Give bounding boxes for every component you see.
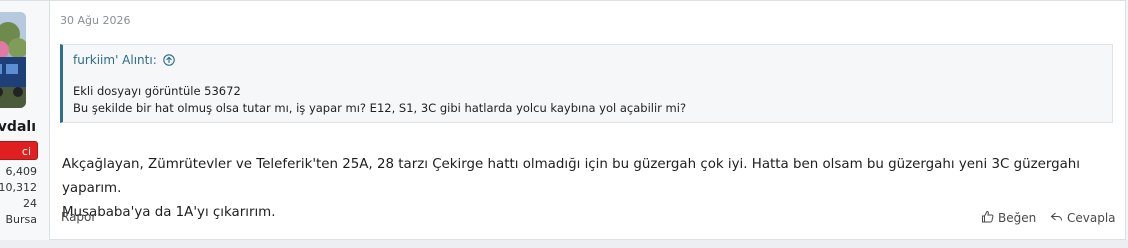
stat-location: Bursa bbox=[5, 213, 37, 226]
avatar[interactable] bbox=[0, 12, 26, 108]
report-link[interactable]: Rapor bbox=[61, 210, 96, 224]
reply-icon bbox=[1050, 210, 1063, 226]
message-body: Akçağlayan, Zümrütevler ve Teleferik'ten… bbox=[62, 153, 1122, 225]
message-line: Akçağlayan, Zümrütevler ve Teleferik'ten… bbox=[62, 157, 1081, 196]
stat-points: 24 bbox=[23, 197, 37, 210]
page-background-edge bbox=[0, 240, 1128, 248]
username[interactable]: evdalı bbox=[0, 119, 36, 135]
quote-author[interactable]: furkiim' Alıntı: bbox=[73, 53, 157, 67]
quote-body: Ekli dosyayı görüntüle 53672 Bu şekilde … bbox=[73, 83, 686, 117]
user-info-panel: evdalı ci 6,409 10,312 24 Bursa bbox=[0, 1, 50, 240]
quote-block: furkiim' Alıntı: Ekli dosyayı görüntüle … bbox=[60, 44, 1113, 123]
like-button[interactable]: Beğen bbox=[981, 210, 1036, 226]
avatar-image bbox=[0, 12, 26, 108]
quote-line-attachment[interactable]: Ekli dosyayı görüntüle 53672 bbox=[73, 83, 686, 100]
message-line: Musababa'ya da 1A'yı çıkarırım. bbox=[62, 205, 276, 220]
post-date[interactable]: 30 Ağu 2026 bbox=[60, 14, 130, 27]
forum-post: evdalı ci 6,409 10,312 24 Bursa 30 Ağu 2… bbox=[0, 0, 1126, 240]
stat-reactions: 10,312 bbox=[0, 181, 37, 194]
thumbs-up-icon bbox=[981, 210, 994, 226]
stat-messages: 6,409 bbox=[5, 165, 38, 178]
arrow-up-circle-icon[interactable] bbox=[163, 54, 175, 66]
like-label: Beğen bbox=[998, 211, 1037, 225]
reply-label: Cevapla bbox=[1067, 211, 1116, 225]
reply-button[interactable]: Cevapla bbox=[1050, 210, 1116, 226]
quote-header[interactable]: furkiim' Alıntı: bbox=[73, 53, 175, 67]
quote-line-text: Bu şekilde bir hat olmuş olsa tutar mı, … bbox=[73, 101, 687, 115]
role-badge: ci bbox=[0, 141, 38, 160]
